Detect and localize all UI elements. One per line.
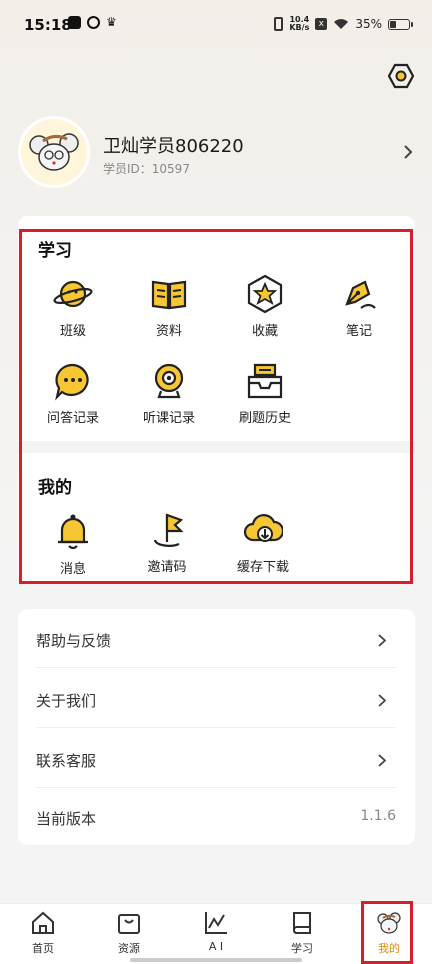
bottom-tab-bar: 首页 资源 A I 学习 我的 — [0, 903, 432, 964]
book-icon — [151, 280, 187, 310]
grid-item-cache-download[interactable]: 缓存下载 — [218, 510, 308, 575]
network-speed: 10.4 KB/s — [289, 16, 309, 32]
status-notification-icons: ♛ — [68, 16, 117, 29]
user-id-label: 学员ID： — [103, 162, 152, 176]
avatar[interactable] — [18, 116, 90, 188]
grid-item-class[interactable]: 班级 — [28, 274, 118, 339]
tiktok-icon — [68, 16, 81, 29]
battery-percent: 35% — [355, 17, 382, 31]
user-name: 卫灿学员806220 — [103, 136, 244, 157]
menu-item-label: 帮助与反馈 — [36, 632, 112, 650]
grid-item-qa-records[interactable]: 问答记录 — [28, 361, 118, 426]
pen-icon — [345, 280, 376, 309]
home-icon — [32, 911, 54, 934]
grid-item-favorites[interactable]: 收藏 — [220, 274, 310, 339]
planet-icon — [53, 280, 93, 308]
chevron-right-icon — [378, 754, 386, 767]
divider — [36, 667, 396, 668]
inbox-icon — [247, 363, 283, 399]
app-notification-icon — [87, 16, 100, 29]
tab-ai[interactable]: A I — [181, 910, 251, 953]
wifi-icon — [334, 19, 349, 29]
settings-icon[interactable] — [388, 63, 414, 89]
flag-icon — [153, 513, 184, 547]
grid-item-label: 收藏 — [251, 324, 278, 339]
grid-item-lecture-records[interactable]: 听课记录 — [124, 361, 214, 426]
section-gap — [18, 441, 415, 453]
mine-section-title: 我的 — [38, 478, 72, 498]
tab-label: A I — [208, 940, 224, 953]
battery-level — [390, 20, 397, 28]
grid-item-notes[interactable]: 笔记 — [314, 274, 404, 339]
menu-item-help-feedback[interactable]: 帮助与反馈 — [36, 610, 396, 670]
no-sim-icon: x — [315, 18, 328, 30]
battery-icon — [388, 18, 413, 30]
chat-bubble-icon — [55, 363, 89, 401]
book-icon — [293, 912, 311, 934]
menu-item-label: 联系客服 — [36, 752, 97, 770]
grid-item-label: 班级 — [59, 324, 86, 339]
home-indicator — [130, 958, 302, 962]
chevron-right-icon[interactable] — [402, 144, 414, 160]
star-hexagon-icon — [247, 274, 283, 314]
grid-item-label: 消息 — [59, 562, 86, 577]
bell-icon — [58, 514, 88, 550]
tab-label: 资源 — [118, 942, 140, 955]
study-section-title: 学习 — [38, 241, 72, 261]
net-speed-unit: KB/s — [289, 23, 310, 32]
crown-icon: ♛ — [106, 15, 117, 29]
grid-item-practice-history[interactable]: 刷题历史 — [220, 361, 310, 426]
divider — [36, 727, 396, 728]
version-value: 1.1.6 — [360, 808, 396, 824]
tab-label: 首页 — [32, 942, 54, 955]
cloud-download-icon — [243, 514, 283, 542]
grid-item-label: 问答记录 — [46, 411, 99, 426]
user-id-value: 10597 — [151, 162, 190, 176]
status-system-icons: 10.4 KB/s x 35% — [274, 16, 413, 32]
grid-item-messages[interactable]: 消息 — [28, 512, 118, 577]
grid-item-materials[interactable]: 资料 — [124, 274, 214, 339]
tab-home[interactable]: 首页 — [8, 910, 78, 956]
menu-item-version: 当前版本 1.1.6 — [36, 788, 396, 848]
tab-resources[interactable]: 资源 — [94, 910, 164, 956]
grid-item-label: 听课记录 — [142, 411, 195, 426]
chart-icon — [205, 912, 227, 934]
mouse-avatar-icon — [377, 912, 401, 934]
status-bar: 15:18 ♛ 10.4 KB/s x 35% — [0, 0, 432, 48]
grid-item-label: 笔记 — [345, 324, 372, 339]
menu-item-label: 当前版本 — [36, 810, 97, 828]
menu-item-label: 关于我们 — [36, 692, 97, 710]
user-id: 学员ID：10597 — [103, 160, 190, 177]
tab-label: 我的 — [378, 942, 400, 955]
vibrate-icon — [274, 17, 284, 31]
grid-item-invite-code[interactable]: 邀请码 — [122, 510, 212, 575]
chevron-right-icon — [378, 634, 386, 647]
menu-item-contact-support[interactable]: 联系客服 — [36, 730, 396, 790]
mouse-avatar-icon — [29, 133, 79, 171]
grid-item-label: 邀请码 — [147, 560, 187, 575]
chevron-right-icon — [378, 694, 386, 707]
webcam-icon — [154, 363, 184, 399]
tab-study[interactable]: 学习 — [267, 910, 337, 956]
grid-item-label: 资料 — [155, 324, 182, 339]
grid-item-label: 缓存下载 — [236, 560, 289, 575]
menu-item-about[interactable]: 关于我们 — [36, 670, 396, 730]
profile-header[interactable]: 卫灿学员806220 学员ID：10597 — [18, 116, 418, 192]
shopping-bag-icon — [118, 914, 140, 934]
tab-mine[interactable]: 我的 — [354, 910, 424, 956]
grid-item-label: 刷题历史 — [238, 411, 291, 426]
tab-label: 学习 — [291, 942, 313, 955]
status-time: 15:18 — [24, 16, 72, 34]
